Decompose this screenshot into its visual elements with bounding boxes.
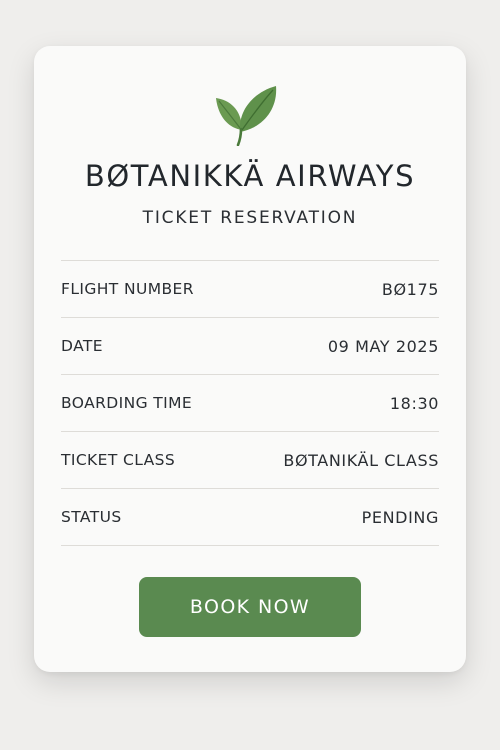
ticket-card: BØTANIKKÄ AIRWAYS TICKET RESERVATION FLI… — [34, 46, 466, 672]
detail-label: STATUS — [61, 508, 122, 526]
detail-label: TICKET CLASS — [61, 451, 176, 469]
leaf-icon — [216, 86, 277, 146]
detail-label: FLIGHT NUMBER — [61, 280, 194, 298]
airline-name: BØTANIKKÄ AIRWAYS — [84, 159, 416, 193]
detail-value: BØTANIKÄL CLASS — [283, 450, 439, 470]
detail-label: BOARDING TIME — [61, 394, 193, 412]
detail-value: 18:30 — [389, 393, 439, 413]
page-subtitle: TICKET RESERVATION — [142, 208, 358, 228]
detail-value: BØ175 — [381, 279, 439, 299]
detail-value: 09 MAY 2025 — [327, 336, 439, 356]
detail-row-flight-number: FLIGHT NUMBER BØ175 — [61, 261, 439, 318]
detail-row-ticket-class: TICKET CLASS BØTANIKÄL CLASS — [61, 432, 439, 489]
detail-row-date: DATE 09 MAY 2025 — [61, 318, 439, 375]
detail-row-boarding-time: BOARDING TIME 18:30 — [61, 375, 439, 432]
detail-label: DATE — [61, 337, 103, 355]
ticket-details: FLIGHT NUMBER BØ175 DATE 09 MAY 2025 BOA… — [61, 260, 439, 546]
status-value: PENDING — [361, 507, 439, 527]
detail-row-status: STATUS PENDING — [61, 489, 439, 546]
book-now-button[interactable]: BOOK NOW — [139, 577, 361, 637]
